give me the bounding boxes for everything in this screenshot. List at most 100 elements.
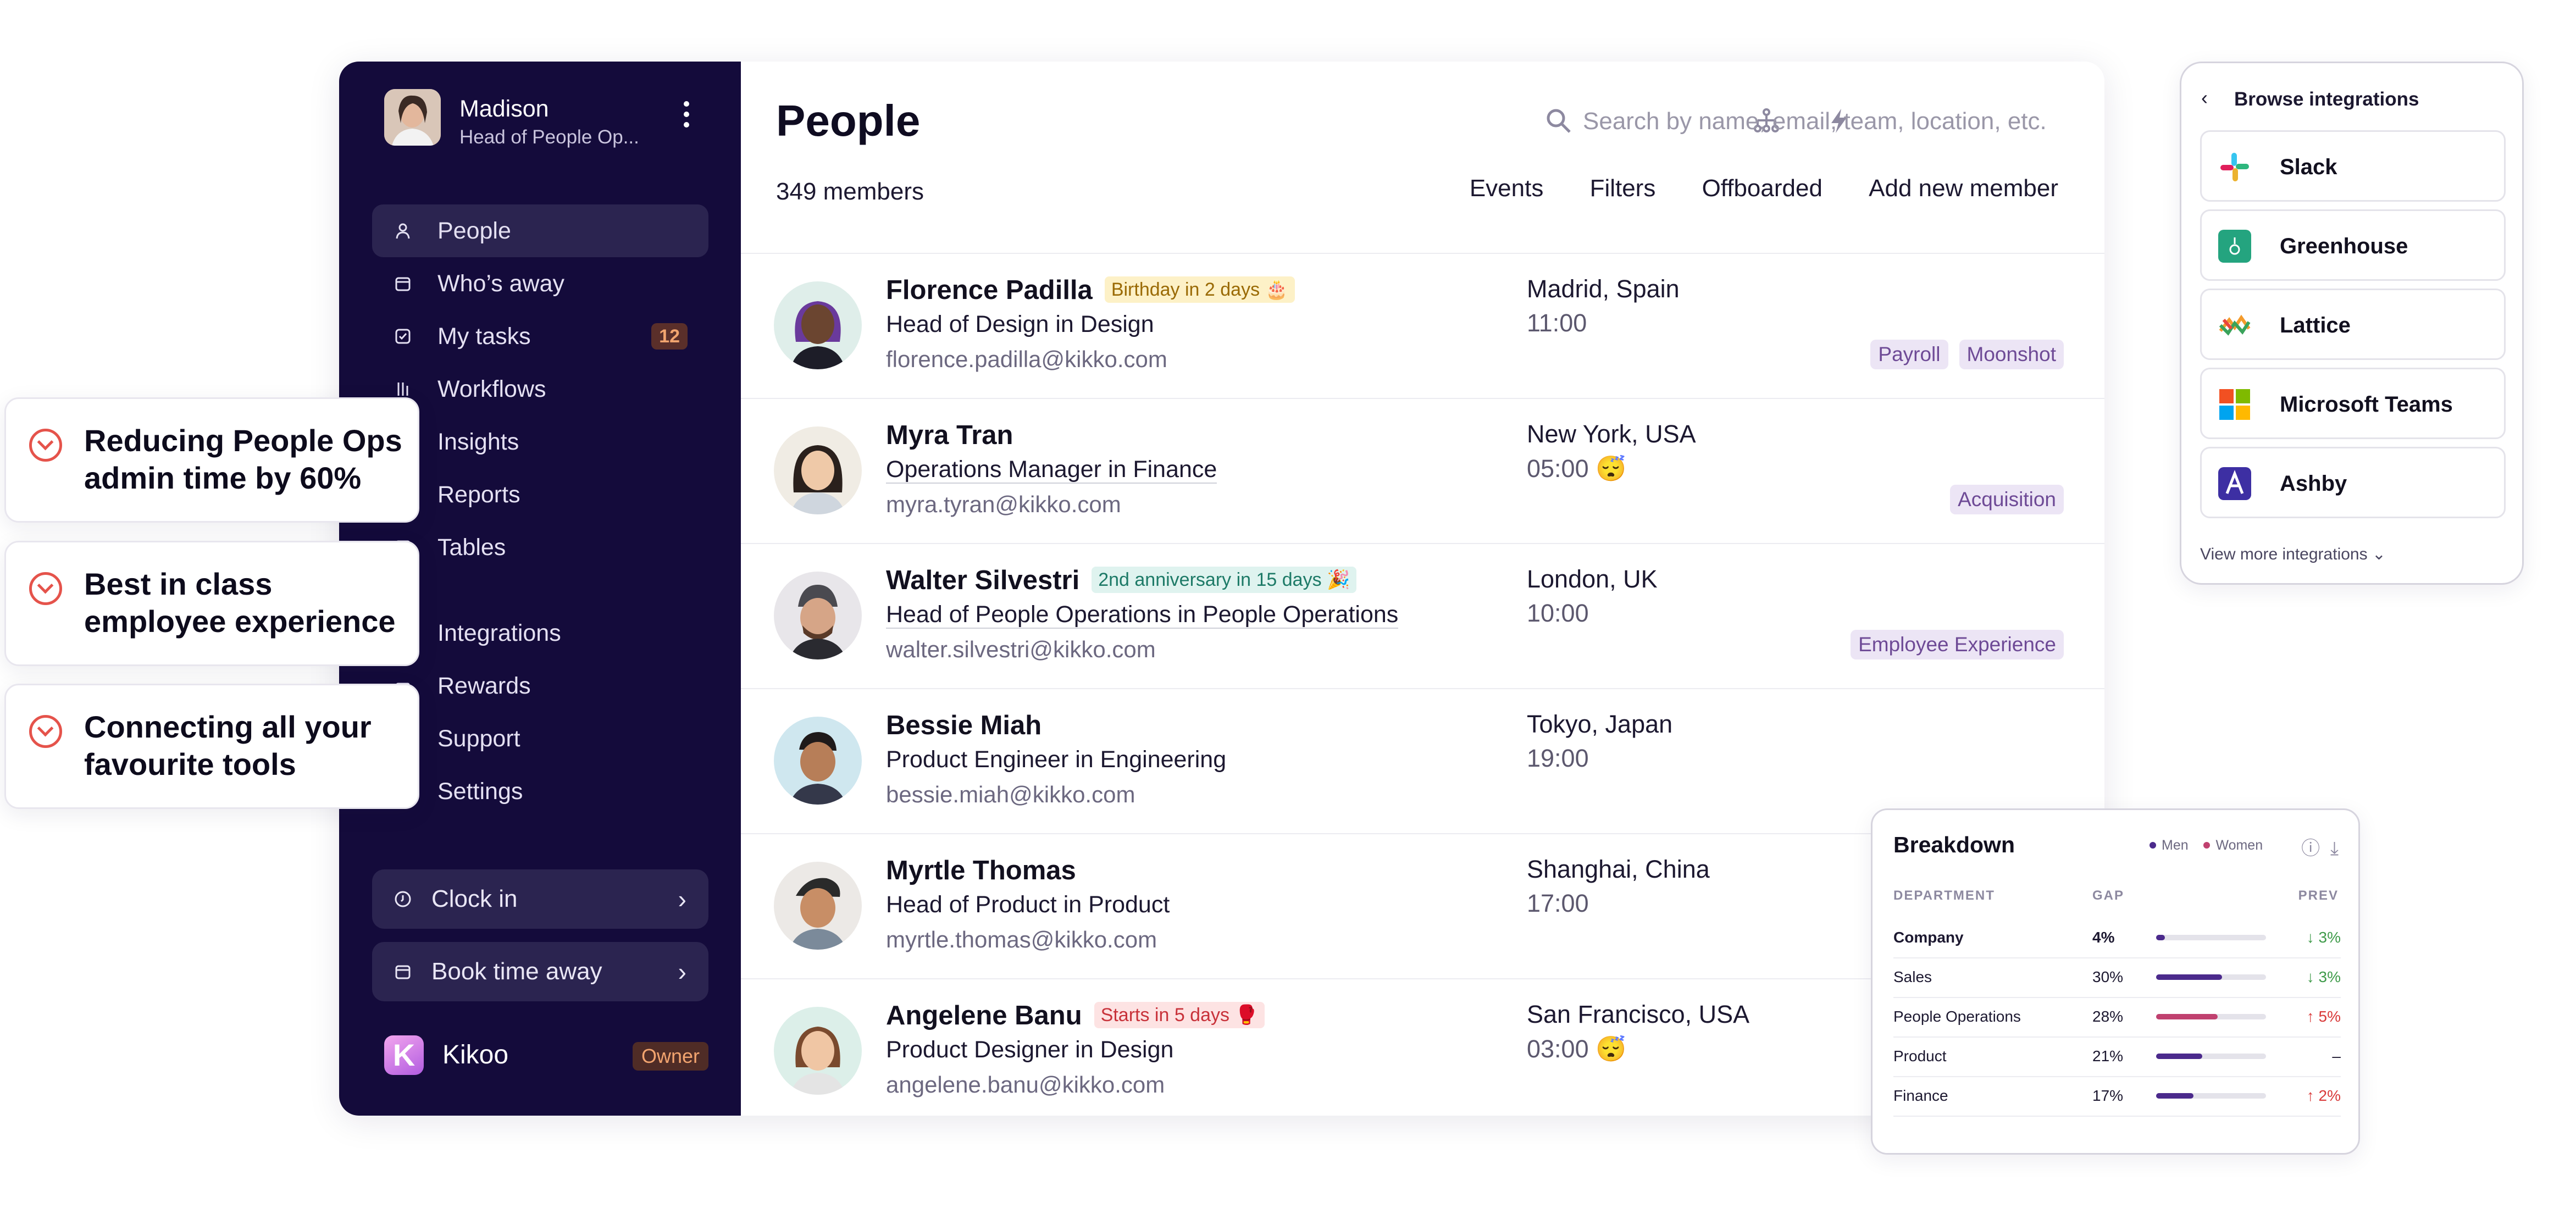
sidebar-item-support[interactable]: Support [372,712,708,765]
integration-greenhouse[interactable]: Greenhouse [2200,209,2506,281]
kikoo-logo: K [384,1035,424,1075]
sidebar-item-settings[interactable]: Settings [372,765,708,818]
integration-name: Microsoft Teams [2280,392,2453,417]
person-location: London, UK [1527,565,1658,593]
person-name: Bessie Miah [886,711,1042,740]
gap-bar [2156,1054,2202,1059]
table-row[interactable]: Company 4% ↓ 3% [1893,918,2341,958]
person-role: Head of Design in Design [886,311,1154,337]
sidebar-item-label: People [437,218,511,244]
team-tag[interactable]: Acquisition [1950,485,2064,514]
download-icon[interactable]: ⤓ [2330,838,2339,859]
slack-logo-icon [2220,153,2249,181]
gap-bar [2156,974,2222,980]
sidebar-item-workflows[interactable]: Workflows [372,363,708,415]
integration-name: Greenhouse [2280,234,2408,258]
table-row[interactable]: Product 21% – [1893,1036,2341,1077]
list-item[interactable]: Florence Padilla Birthday in 2 days 🎂 Hea… [741,253,2104,398]
feature-callout: Best in class employee experience [4,541,419,666]
person-email[interactable]: bessie.miah@kikko.com [886,781,1135,808]
sidebar-item-label: Support [437,725,520,752]
gap-bar-track [2156,1093,2266,1099]
col-prev: PREV [2298,888,2339,903]
sidebar-item-label: My tasks [437,323,531,350]
callout-text: Reducing People Ops admin time by 60% [84,423,402,495]
clock-in-label: Clock in [431,885,518,912]
calendar-icon [395,277,411,291]
person-role: Product Designer in Design [886,1036,1174,1063]
person-email[interactable]: florence.padilla@kikko.com [886,346,1167,373]
checkbox-icon [395,329,411,344]
filters-link[interactable]: Filters [1590,175,1656,202]
help-icon[interactable]: ⓘ [2301,838,2320,859]
gap-bar-track [2156,935,2266,940]
app-window: Madison Head of People Op... People Who’… [339,62,2104,1116]
sidebar-item-integrations[interactable]: Integrations [372,607,708,659]
header-actions: Events Filters Offboarded Add new member [1430,175,2058,202]
calendar-icon [395,965,411,979]
person-role[interactable]: Head of People Operations in People Oper… [886,601,1399,629]
person-local-time: 03:00 😴 [1527,1035,1627,1063]
sidebar-item-people[interactable]: People [372,204,708,257]
team-tag[interactable]: Employee Experience [1851,630,2064,659]
table-row[interactable]: Finance 17% ↑ 2% [1893,1076,2341,1117]
gap-bar [2156,1093,2193,1099]
team-tag[interactable]: Payroll [1870,340,1948,369]
department-name: Company [1893,929,1964,946]
avatar [774,281,862,369]
gap-bar [2156,935,2165,940]
list-item[interactable]: Myra Tran Operations Manager in Finance … [741,398,2104,543]
table-row[interactable]: Sales 30% ↓ 3% [1893,957,2341,998]
sidebar-item-reports[interactable]: Reports [372,468,708,521]
person-local-time: 17:00 [1527,889,1589,917]
integration-lattice[interactable]: Lattice [2200,289,2506,360]
sidebar-item-my-tasks[interactable]: My tasks 12 [372,310,708,363]
offboarded-link[interactable]: Offboarded [1702,175,1822,202]
sidebar-item-label: Insights [437,429,519,455]
more-options-icon[interactable] [683,101,690,132]
person-email[interactable]: myra.tyran@kikko.com [886,491,1121,518]
integration-microsoft-teams[interactable]: Microsoft Teams [2200,368,2506,439]
person-location: New York, USA [1527,420,1696,448]
avatar [774,1007,862,1095]
integration-slack[interactable]: Slack [2200,130,2506,202]
view-more-integrations-link[interactable]: View more integrations ⌄ [2200,545,2386,564]
sidebar-item-whos-away[interactable]: Who’s away [372,257,708,310]
clock-in-button[interactable]: Clock in › [372,869,708,929]
person-email[interactable]: angelene.banu@kikko.com [886,1072,1165,1098]
anniversary-tag: 2nd anniversary in 15 days 🎉 [1092,567,1357,593]
women-legend-dot [2203,842,2211,849]
sidebar-item-tables[interactable]: Tables [372,521,708,574]
search-bar[interactable]: Search by name, email, team, location, e… [1543,99,2071,143]
gap-bar-track [2156,1054,2266,1059]
person-location: San Francisco, USA [1527,1000,1750,1028]
legend-men: Men [2162,838,2189,853]
page-title: People [776,96,921,145]
sidebar-item-rewards[interactable]: Rewards [372,659,708,712]
book-time-away-button[interactable]: Book time away › [372,942,708,1001]
add-new-member-button[interactable]: Add new member [1869,175,2058,202]
prev-change: ↑ 5% [2306,1008,2341,1025]
integration-ashby[interactable]: Ashby [2200,447,2506,518]
person-email[interactable]: walter.silvestri@kikko.com [886,636,1156,663]
integration-name: Ashby [2280,472,2347,496]
search-icon [1547,109,1571,133]
department-name: Product [1893,1047,1947,1065]
search-input[interactable]: Search by name, email, team, location, e… [1583,108,2047,135]
person-role[interactable]: Operations Manager in Finance [886,456,1217,484]
person-role: Head of Product in Product [886,891,1170,918]
avatar [774,862,862,950]
gap-bar-track [2156,1014,2266,1019]
person-email[interactable]: myrtle.thomas@kikko.com [886,927,1157,953]
list-item[interactable]: Walter Silvestri 2nd anniversary in 15 da… [741,543,2104,688]
tasks-count-badge: 12 [651,323,688,350]
person-name: Walter Silvestri 2nd anniversary in 15 da… [886,565,1357,596]
events-link[interactable]: Events [1470,175,1544,202]
team-tag[interactable]: Moonshot [1959,340,2064,369]
sidebar-item-insights[interactable]: Insights [372,415,708,468]
table-row[interactable]: People Operations 28% ↑ 5% [1893,997,2341,1038]
back-arrow-icon[interactable]: ‹ [2201,86,2208,109]
sidebar-item-label: Integrations [437,620,561,646]
user-profile[interactable]: Madison Head of People Op... [384,89,714,149]
prev-change: ↓ 3% [2306,968,2341,985]
